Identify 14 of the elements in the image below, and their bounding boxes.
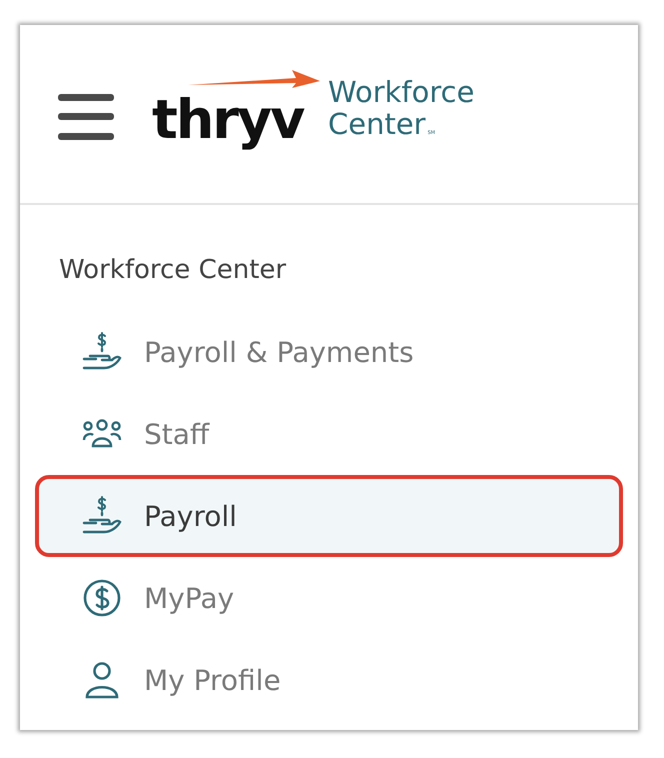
hand-dollar-icon — [82, 496, 122, 536]
nav-item[interactable]: MyPay — [35, 557, 623, 639]
logo-product-name: Workforce — [328, 76, 474, 108]
logo-wordmark: thryv — [152, 88, 304, 152]
nav-item[interactable]: Staff — [35, 393, 623, 475]
people-icon — [82, 418, 122, 450]
hand-dollar-icon — [82, 332, 122, 372]
menu-icon[interactable] — [58, 94, 114, 140]
nav-item[interactable]: Payroll — [35, 475, 623, 557]
nav-item[interactable]: Payroll & Payments — [35, 311, 623, 393]
nav-item[interactable]: My Profile — [35, 639, 623, 721]
dollar-coin-icon — [82, 578, 122, 618]
logo-product-name: Center — [328, 108, 426, 140]
section-heading: Workforce Center — [58, 255, 288, 285]
